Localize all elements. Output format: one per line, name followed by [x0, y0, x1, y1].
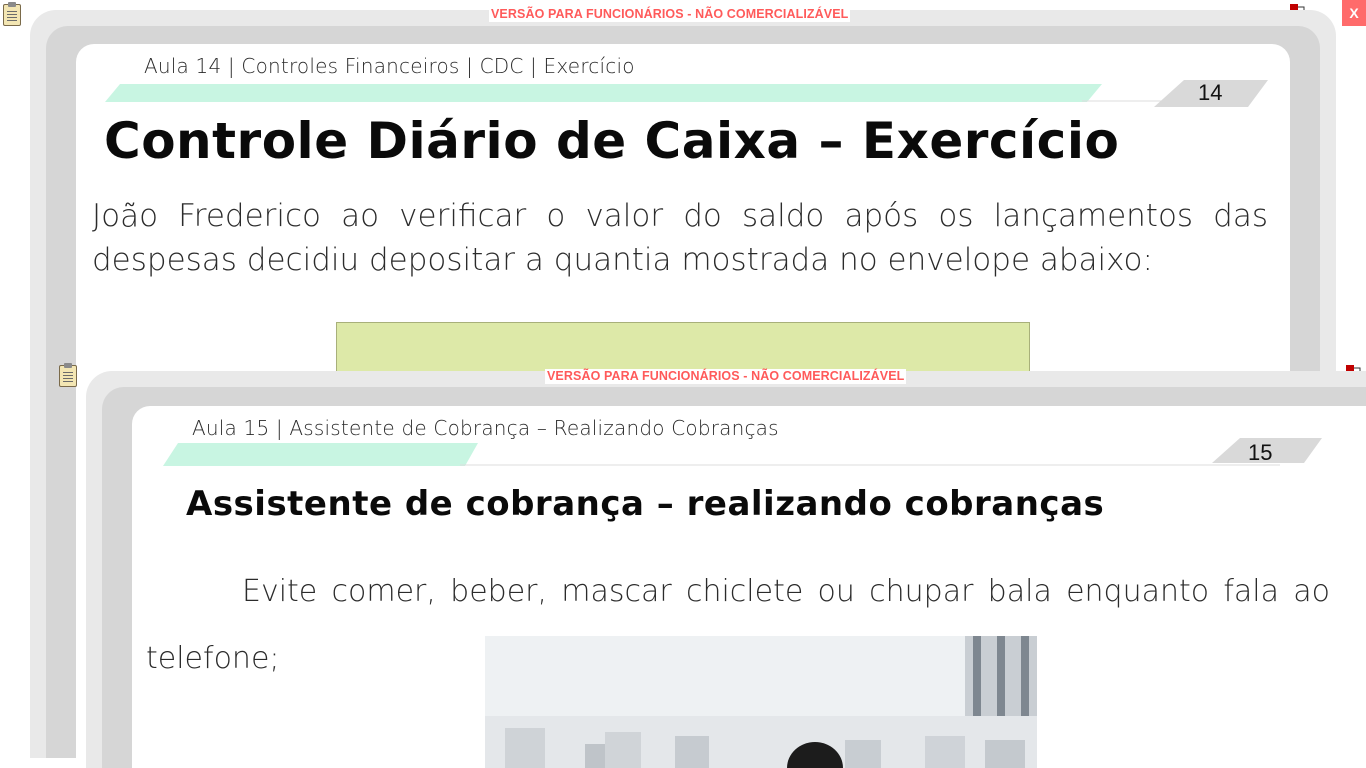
page-title: Assistente de cobrança – realizando cobr…	[186, 484, 1105, 524]
body-paragraph: João Frederico ao verificar o valor do s…	[92, 198, 1268, 278]
page-title: Controle Diário de Caixa – Exercício	[104, 112, 1120, 170]
breadcrumb: Aula 15 | Assistente de Cobrança – Reali…	[192, 416, 779, 440]
watermark-banner: VERSÃO PARA FUNCIONÁRIOS - NÃO COMERCIAL…	[545, 369, 907, 384]
slide-page: Aula 15 | Assistente de Cobrança – Reali…	[132, 406, 1366, 768]
watermark-banner: VERSÃO PARA FUNCIONÁRIOS - NÃO COMERCIAL…	[489, 7, 851, 22]
header-ribbon	[105, 80, 1268, 107]
close-icon: X	[1349, 5, 1359, 21]
call-center-photo	[485, 636, 1037, 768]
clipboard-icon[interactable]	[3, 2, 21, 26]
clipboard-icon[interactable]	[59, 363, 77, 387]
page-number: 14	[1198, 80, 1223, 105]
page-number: 15	[1248, 440, 1273, 465]
header-ribbon	[163, 438, 1322, 466]
breadcrumb: Aula 14 | Controles Financeiros | CDC | …	[144, 54, 635, 78]
close-button[interactable]: X	[1342, 0, 1366, 26]
